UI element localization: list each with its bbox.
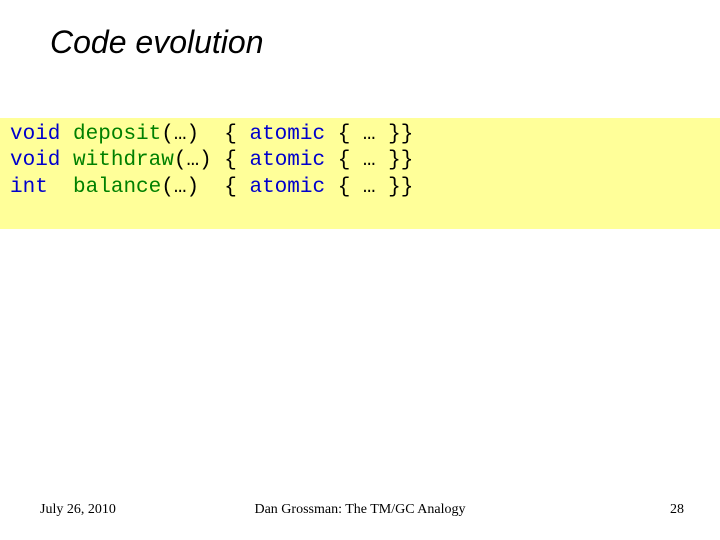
code-line-1: void deposit(…) { atomic { … }} <box>10 122 710 148</box>
space <box>48 176 73 199</box>
code-tail-1b: { … }} <box>325 123 413 146</box>
keyword-void-1: void <box>10 123 60 146</box>
keyword-atomic-1: atomic <box>249 123 325 146</box>
slide: Code evolution void deposit(…) { atomic … <box>0 0 720 540</box>
space <box>60 123 73 146</box>
keyword-int: int <box>10 176 48 199</box>
code-tail-2a: (…) { <box>174 149 250 172</box>
footer-author-title: Dan Grossman: The TM/GC Analogy <box>254 502 465 518</box>
footer-date: July 26, 2010 <box>40 502 116 518</box>
fn-balance: balance <box>73 176 161 199</box>
slide-title: Code evolution <box>50 24 263 61</box>
code-tail-1a: (…) { <box>161 123 249 146</box>
space <box>60 149 73 172</box>
code-line-3: int balance(…) { atomic { … }} <box>10 175 710 201</box>
code-block: void deposit(…) { atomic { … }} void wit… <box>0 118 720 229</box>
keyword-atomic-3: atomic <box>249 176 325 199</box>
keyword-void-2: void <box>10 149 60 172</box>
keyword-atomic-2: atomic <box>249 149 325 172</box>
code-tail-3b: { … }} <box>325 176 413 199</box>
footer: July 26, 2010 Dan Grossman: The TM/GC An… <box>0 502 720 518</box>
fn-deposit: deposit <box>73 123 161 146</box>
footer-page-number: 28 <box>670 502 684 518</box>
fn-withdraw: withdraw <box>73 149 174 172</box>
code-tail-3a: (…) { <box>161 176 249 199</box>
code-line-2: void withdraw(…) { atomic { … }} <box>10 148 710 174</box>
code-tail-2b: { … }} <box>325 149 413 172</box>
